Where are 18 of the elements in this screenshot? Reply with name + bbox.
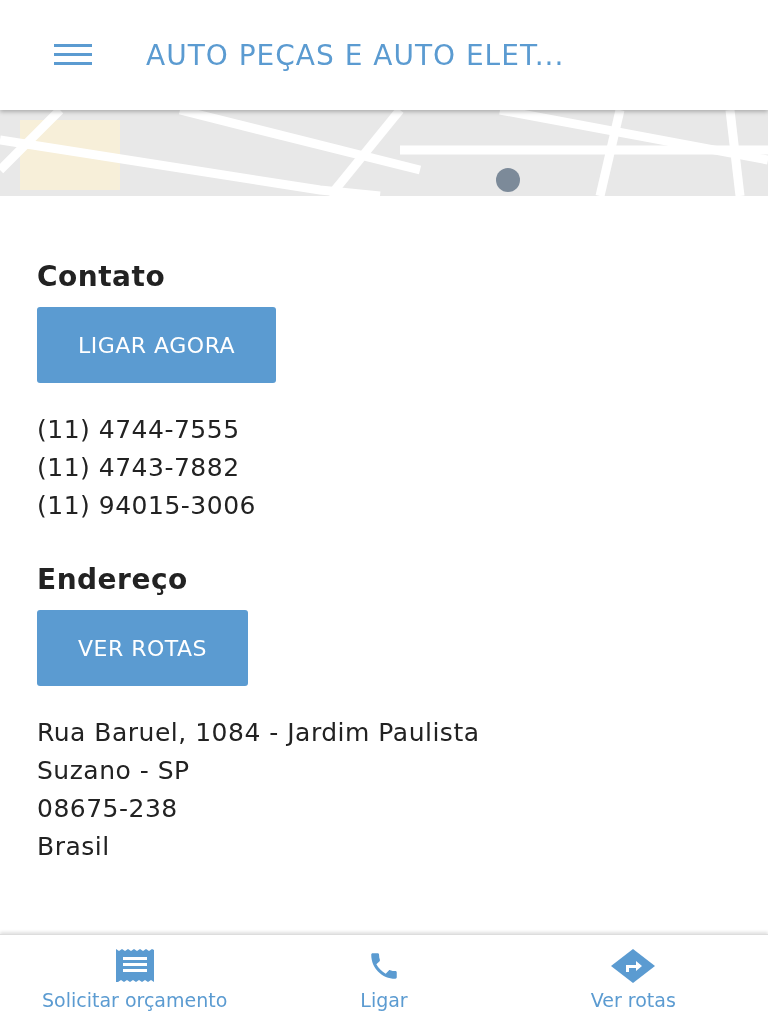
info-text: (11) 4743-7882 xyxy=(37,452,241,484)
section-heading: Contato xyxy=(37,260,167,293)
info-text: Suzano - SP xyxy=(37,755,191,787)
info-text: 08675-238 xyxy=(37,793,179,825)
info-text: Rua Baruel, 1084 - Jardim Paulista xyxy=(37,717,481,749)
nav-item[interactable]: Solicitar orçamento xyxy=(10,935,260,1024)
section-heading: Endereço xyxy=(37,563,189,596)
nav-item[interactable]: Ver rotas xyxy=(508,935,758,1024)
action-button[interactable]: VER ROTAS xyxy=(37,610,249,686)
action-button[interactable]: LIGAR AGORA xyxy=(37,307,277,383)
info-text: (11) 4744-7555 xyxy=(37,414,241,446)
info-text: (11) 94015-3006 xyxy=(37,490,257,522)
receipt-icon xyxy=(115,948,154,983)
info-text: Brasil xyxy=(37,831,111,863)
nav-item[interactable]: Ligar xyxy=(259,935,509,1024)
page-title: AUTO PEÇAS E AUTO ELET... xyxy=(146,38,565,72)
menu-icon[interactable] xyxy=(54,44,92,66)
directions-icon xyxy=(611,948,656,983)
